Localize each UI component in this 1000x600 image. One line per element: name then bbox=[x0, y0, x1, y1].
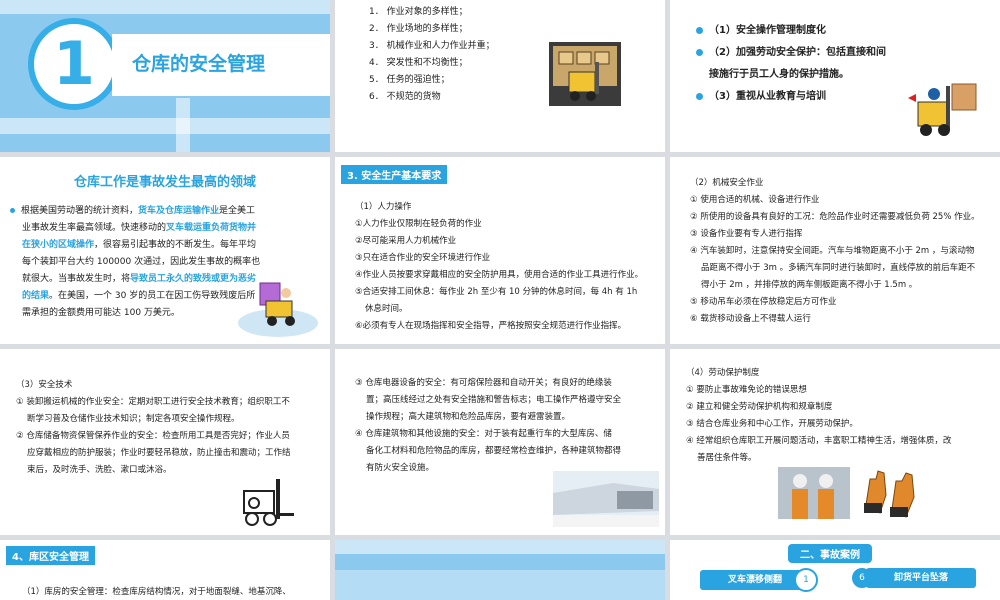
paragraph-line: 需承担的金额费用可能达 100 万美元。 bbox=[22, 308, 180, 318]
list-heading: （2）机械安全作业 bbox=[690, 178, 764, 188]
list-item: ② 仓库储备物资保管保养作业的安全：检查所用工具是否完好；作业人员 bbox=[16, 431, 290, 441]
slide-basic-requirements[interactable]: 3. 安全生产基本要求 （1）人力操作 ①人力作业仅限制在轻负荷的作业 ②尽可能… bbox=[335, 157, 665, 344]
list-item: ① 要防止事故难免论的错误思想 bbox=[686, 385, 807, 395]
list-item: ⑤ 移动吊车必须在停放稳定后方可作业 bbox=[690, 297, 837, 307]
safety-gloves-icon bbox=[860, 465, 922, 521]
electrical-list: ③ 仓库电器设备的安全：有可熔保险器和自动开关；有良好的绝缘装 置；高压线经过之… bbox=[355, 375, 621, 477]
list-heading: （1）人力操作 bbox=[355, 202, 412, 212]
paragraph-line: 的结果。在美国，一个 30 岁的员工在因工伤导致残废后所 bbox=[22, 291, 256, 301]
slide-area-safety[interactable]: 4、库区安全管理 （1）库房的安全管理：检查库房结构情况，对于地面裂缝、地基沉降… bbox=[0, 540, 330, 600]
film-strip-top bbox=[0, 0, 330, 14]
section-tag: 4、库区安全管理 bbox=[6, 546, 95, 565]
warehouse-building-photo bbox=[553, 471, 659, 527]
list-item: ⑤合适安排工间休息：每作业 2h 至少有 10 分钟的休息时间，每 4h 有 1… bbox=[355, 287, 638, 297]
list-item: 应穿戴相应的防护服装；作业时要轻吊稳放，防止撞击和震动；工作结 bbox=[27, 448, 291, 458]
list-item: ⑥ 载货移动设备上不得载人运行 bbox=[690, 314, 811, 324]
list-item: ④ 汽车装卸时，注意保持安全间距。汽车与堆物距离不小于 2m ，与滚动物 bbox=[690, 246, 975, 256]
list-item: 3． 机械作业和人力作业并重； bbox=[369, 41, 495, 51]
section-title-box: 仓库的安全管理 bbox=[112, 34, 330, 96]
list-item: ② 所使用的设备具有良好的工况：危险品作业时还需要减低负荷 25% 作业。 bbox=[690, 212, 980, 222]
slide-title-section[interactable]: 1 仓库的安全管理 bbox=[0, 0, 330, 152]
list-item: 2． 作业场地的多样性； bbox=[369, 24, 468, 34]
paragraph-line: 每个装卸平台大约 100000 次通过，因此发生事故的概率也 bbox=[22, 257, 261, 267]
slide-safety-technology[interactable]: （3）安全技术 ① 装卸搬运机械的作业安全：定期对职工进行安全技术教育；组织职工… bbox=[0, 349, 330, 535]
requirements-list: （1）人力操作 ①人力作业仅限制在轻负荷的作业 ②尽可能采用人力机械作业 ③只在… bbox=[355, 199, 643, 335]
section-title: 仓库的安全管理 bbox=[132, 53, 266, 75]
forklift-outline-icon bbox=[243, 479, 294, 526]
film-strip-bottom bbox=[0, 118, 330, 134]
workers-photo bbox=[778, 467, 850, 519]
list-item: 品距离不得小于 3m 。多辆汽车同时进行装卸时，直线停放的前后车距不 bbox=[701, 263, 976, 273]
warehouse-forklift-icon bbox=[549, 42, 621, 106]
list-heading: （3）安全技术 bbox=[16, 380, 73, 390]
labor-list: （4）劳动保护制度 ① 要防止事故难免论的错误思想 ② 建立和健全劳动保护机构和… bbox=[686, 365, 951, 467]
slide-safety-measures[interactable]: （1）安全操作管理制度化 （2）加强劳动安全保护：包括直接和间 接施行于员工人身… bbox=[670, 0, 1000, 152]
list-item: 断学习普及仓储作业技术知识；制定各项安全操作规程。 bbox=[27, 414, 240, 424]
film-strip-top bbox=[335, 540, 665, 554]
slide-accident-cases[interactable]: 二、事故案例 叉车漂移侧翻 1 6 卸货平台坠落 bbox=[670, 540, 1000, 600]
list-item: ③ 仓库电器设备的安全：有可熔保险器和自动开关；有良好的绝缘装 bbox=[355, 378, 612, 388]
forklift-worker-icon bbox=[238, 282, 318, 337]
list-item: （2）加强劳动安全保护：包括直接和间 bbox=[696, 42, 886, 64]
list-item: ①人力作业仅限制在轻负荷的作业 bbox=[355, 219, 482, 229]
list-item: ④ 经常组织仓库职工开展问题活动，丰富职工精神生活，增强体质，改 bbox=[686, 436, 952, 446]
section-tag: 3. 安全生产基本要求 bbox=[341, 165, 448, 184]
paragraph-line: 在狭小的区域操作，很容易引起事故的不断发生。每年平均 bbox=[22, 240, 257, 250]
list-item: 休息时间。 bbox=[365, 304, 408, 314]
list-item: ③ 设备作业要有专人进行指挥 bbox=[690, 229, 803, 239]
film-strip-middle bbox=[335, 570, 665, 600]
list-item: ④ 仓库建筑物和其他设施的安全：对于装有起重行车的大型库房、储 bbox=[355, 429, 612, 439]
list-item: 置；高压线经过之处有安全措施和警告标志；电工操作严格遵守安全 bbox=[366, 395, 622, 405]
list-item: 接施行于员工人身的保护措施。 bbox=[709, 69, 849, 80]
list-item: ②尽可能采用人力机械作业 bbox=[355, 236, 457, 246]
paragraph-line: 根据美国劳动署的统计资料，货车及仓库运输作业是全美工 bbox=[10, 203, 260, 220]
list-item: 6． 不规范的货物 bbox=[369, 92, 441, 102]
list-item: 得小于 2m ，并排停放的两车侧板距离不得小于 1.5m 。 bbox=[701, 280, 918, 290]
list-item: （3）重视从业教育与培训 bbox=[696, 86, 886, 108]
paragraph-line: 就很大。当事故发生时，将导致员工永久的致残或更为恶劣 bbox=[22, 274, 257, 284]
list-item: （1）安全操作管理制度化 bbox=[696, 20, 886, 42]
list-item: ⑥必须有专人在现场指挥和安全指导，严格按照安全规范进行作业指挥。 bbox=[355, 321, 627, 331]
slide-accident-field[interactable]: 仓库工作是事故发生最高的领域 根据美国劳动署的统计资料，货车及仓库运输作业是全美… bbox=[0, 157, 330, 344]
section-number: 1 bbox=[53, 29, 95, 99]
machine-safety-list: （2）机械安全作业 ① 使用合适的机械、设备进行作业 ② 所使用的设备具有良好的… bbox=[690, 175, 980, 328]
area-safety-text: （1）库房的安全管理：检查库房结构情况，对于地面裂缝、地基沉降、 bbox=[22, 587, 291, 597]
list-item: 4． 突发性和不均衡性； bbox=[369, 58, 468, 68]
list-item: 1． 作业对象的多样性； bbox=[369, 7, 468, 17]
list-item: 操作规程；高大建筑物和危险品库房，要有避雷装置。 bbox=[366, 412, 571, 422]
list-item: ① 装卸搬运机械的作业安全：定期对职工进行安全技术教育；组织职工不 bbox=[16, 397, 290, 407]
slide-characteristics[interactable]: 1． 作业对象的多样性； 2． 作业场地的多样性； 3． 机械作业和人力作业并重… bbox=[335, 0, 665, 152]
slide-decorative[interactable] bbox=[335, 540, 665, 600]
list-item: ③ 结合仓库业务和中心工作，开展劳动保护。 bbox=[686, 419, 858, 429]
list-item: 5． 任务的强迫性； bbox=[369, 75, 450, 85]
section-number-badge: 1 bbox=[28, 18, 120, 110]
list-item: ② 建立和健全劳动保护机构和规章制度 bbox=[686, 402, 833, 412]
film-strip-vertical bbox=[176, 98, 190, 152]
list-item: ③只在适合作业的安全环境进行作业 bbox=[355, 253, 491, 263]
slide-electrical-safety[interactable]: ③ 仓库电器设备的安全：有可熔保险器和自动开关；有良好的绝缘装 置；高压线经过之… bbox=[335, 349, 665, 535]
case-number-left: 1 bbox=[794, 568, 818, 592]
measures-list: （1）安全操作管理制度化 （2）加强劳动安全保护：包括直接和间 接施行于员工人身… bbox=[696, 20, 886, 108]
technology-list: （3）安全技术 ① 装卸搬运机械的作业安全：定期对职工进行安全技术教育；组织职工… bbox=[16, 377, 291, 479]
list-item: ④作业人员按要求穿戴相应的安全防护用具，使用合适的作业工具进行作业。 bbox=[355, 270, 644, 280]
list-heading: （4）劳动保护制度 bbox=[686, 368, 760, 378]
forklift-driver-icon bbox=[908, 83, 977, 136]
case-label-right[interactable]: 卸货平台坠落 bbox=[866, 568, 976, 588]
slide-heading: 仓库工作是事故发生最高的领域 bbox=[73, 175, 256, 190]
accident-paragraph: 根据美国劳动署的统计资料，货车及仓库运输作业是全美工 业事故发生率最高领域。快速… bbox=[10, 203, 261, 322]
slide-machine-safety[interactable]: （2）机械安全作业 ① 使用合适的机械、设备进行作业 ② 所使用的设备具有良好的… bbox=[670, 157, 1000, 344]
list-item: ① 使用合适的机械、设备进行作业 bbox=[690, 195, 820, 205]
characteristics-list: 1． 作业对象的多样性； 2． 作业场地的多样性； 3． 机械作业和人力作业并重… bbox=[369, 4, 495, 106]
slide-grid: 1 仓库的安全管理 1． 作业对象的多样性； 2． 作业场地的多样性； 3． 机… bbox=[0, 0, 1000, 600]
slide-labor-protection[interactable]: （4）劳动保护制度 ① 要防止事故难免论的错误思想 ② 建立和健全劳动保护机构和… bbox=[670, 349, 1000, 535]
list-item: 备化工材料和危险物品的库房，都要经常检查维护，各种建筑物都得 bbox=[366, 446, 622, 456]
paragraph-line: 业事故发生率最高领域。快速移动的叉车载运重负荷货物并 bbox=[22, 223, 257, 233]
cases-title: 二、事故案例 bbox=[788, 544, 872, 563]
